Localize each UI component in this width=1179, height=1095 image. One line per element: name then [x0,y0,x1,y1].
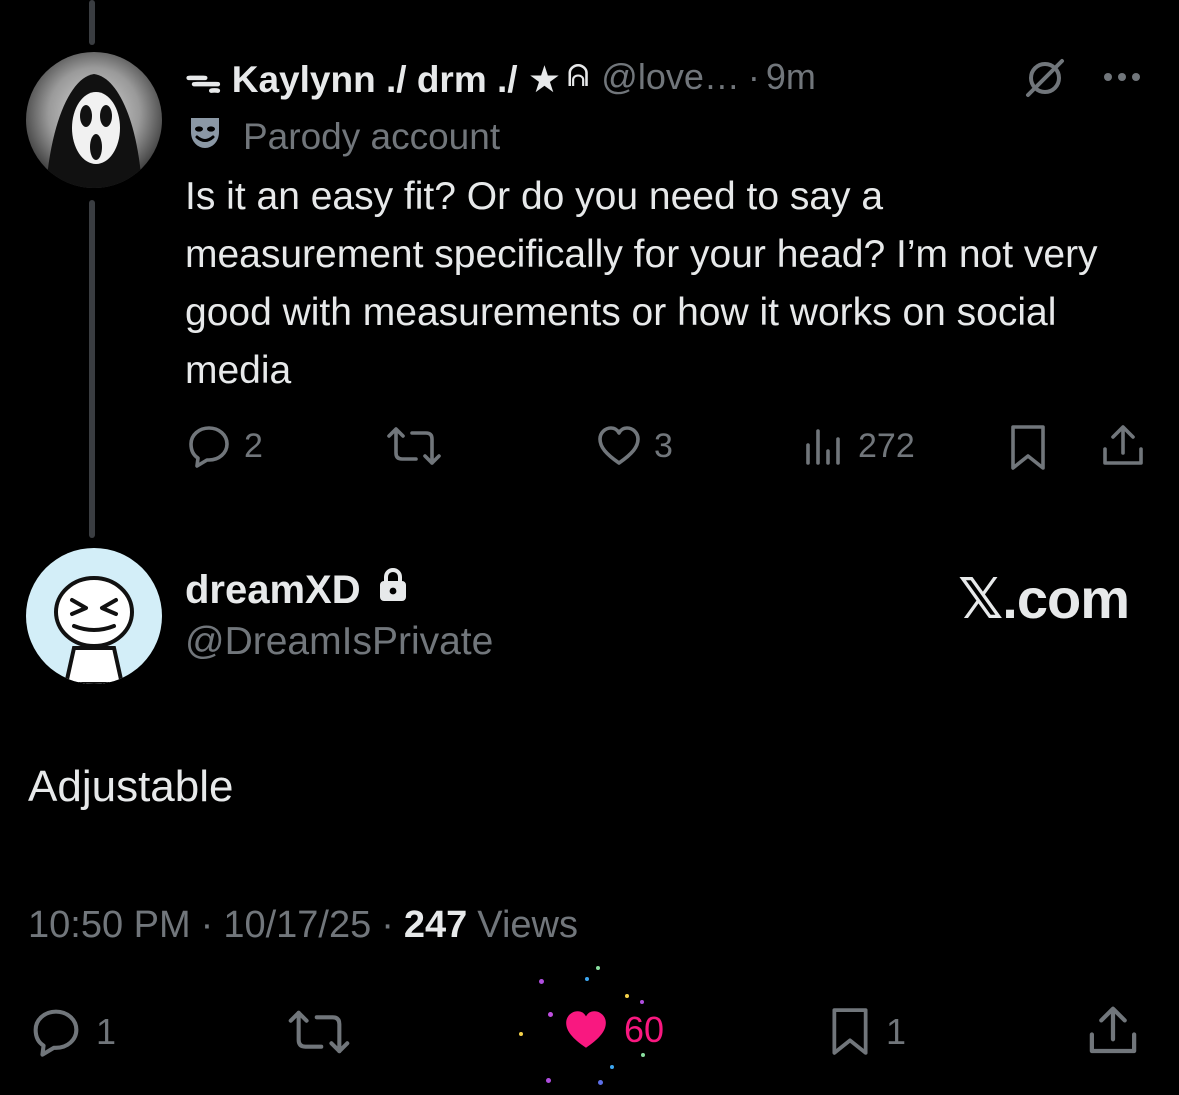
like-burst-dot [546,1078,551,1083]
share-icon [1089,1006,1137,1054]
repost-icon [387,427,441,465]
reply-share-button[interactable] [1086,1004,1140,1058]
author-display-name[interactable]: ᯓ Kaylynn ./ drm ./ ★ [185,52,561,103]
reply-like-count: 60 [624,1009,665,1050]
meta-sep-2: · [381,904,394,946]
reply-reply-button[interactable]: 1 [28,1006,116,1058]
post-text: Is it an easy fit? Or do you need to say… [185,175,1098,392]
parody-badge: Parody account [185,112,500,161]
author-handle[interactable]: @love… [601,56,740,98]
xcom-logo: 𝕏.com [958,567,1130,630]
like-burst-dot [610,1065,614,1069]
reply-views-label: Views [477,904,578,946]
ghostface-image [46,74,142,188]
reply-bookmark-count: 1 [886,1011,907,1052]
share-button[interactable] [1100,423,1146,469]
like-burst-dot [598,1080,603,1085]
like-burst-dot [548,1012,553,1017]
reply-text: Adjustable [28,762,234,811]
reply-time[interactable]: 10:50 PM [28,904,191,947]
dream-face-image [54,576,134,684]
views-count: 272 [858,426,915,465]
reply-icon [189,426,229,468]
lock-icon [377,566,409,614]
like-burst-dot [640,1000,644,1004]
reply-like-button[interactable]: 60 [560,1006,664,1054]
views-button[interactable]: 272 [800,423,915,469]
share-icon [1103,425,1143,465]
post-time[interactable]: 9m [766,56,816,98]
reply-button[interactable]: 2 [186,423,263,469]
like-burst-dot [539,979,544,984]
thread-line-bottom [89,200,95,538]
like-burst-dot [585,977,589,981]
reply-display-name[interactable]: dreamXD [185,568,361,613]
reply-views-count: 247 [403,904,468,946]
like-burst-dot [519,1032,523,1036]
masks-icon [185,112,225,161]
repost-button[interactable] [386,423,442,469]
reply-date[interactable]: 10/17/25 [223,904,371,947]
bookmark-button[interactable] [1005,423,1051,473]
thread-line-top [89,0,95,45]
repost-icon [288,1010,350,1054]
parody-label: Parody account [243,115,501,157]
reply-repost-button[interactable] [286,1006,352,1058]
reply-icon [33,1009,79,1057]
heart-icon [598,426,640,465]
like-button[interactable]: 3 [596,423,673,469]
grok-icon[interactable] [1022,55,1068,101]
reply-reply-count: 1 [96,1011,117,1052]
reply-author-row: dreamXD [185,566,409,614]
meta-sep-1: · [200,904,214,946]
time-separator: · [747,56,760,97]
like-count: 3 [654,426,673,465]
avatar-kaylynn[interactable] [26,52,162,188]
author-name-glyph: ᕱ [567,60,590,93]
bookmark-icon [1011,425,1045,470]
more-options-icon[interactable] [1098,62,1150,92]
reply-count: 2 [244,426,263,465]
avatar-dreamxd[interactable] [26,548,162,684]
reply-meta-row: 10:50 PM · 10/17/25 · 247 Views [28,904,578,947]
like-burst-dot [596,966,600,970]
bookmark-icon [832,1008,868,1055]
like-burst-dot [625,994,629,998]
views-icon [806,429,840,465]
heart-filled-icon [566,1011,606,1048]
reply-handle[interactable]: @DreamIsPrivate [185,620,493,664]
reply-bookmark-button[interactable]: 1 [826,1004,906,1060]
